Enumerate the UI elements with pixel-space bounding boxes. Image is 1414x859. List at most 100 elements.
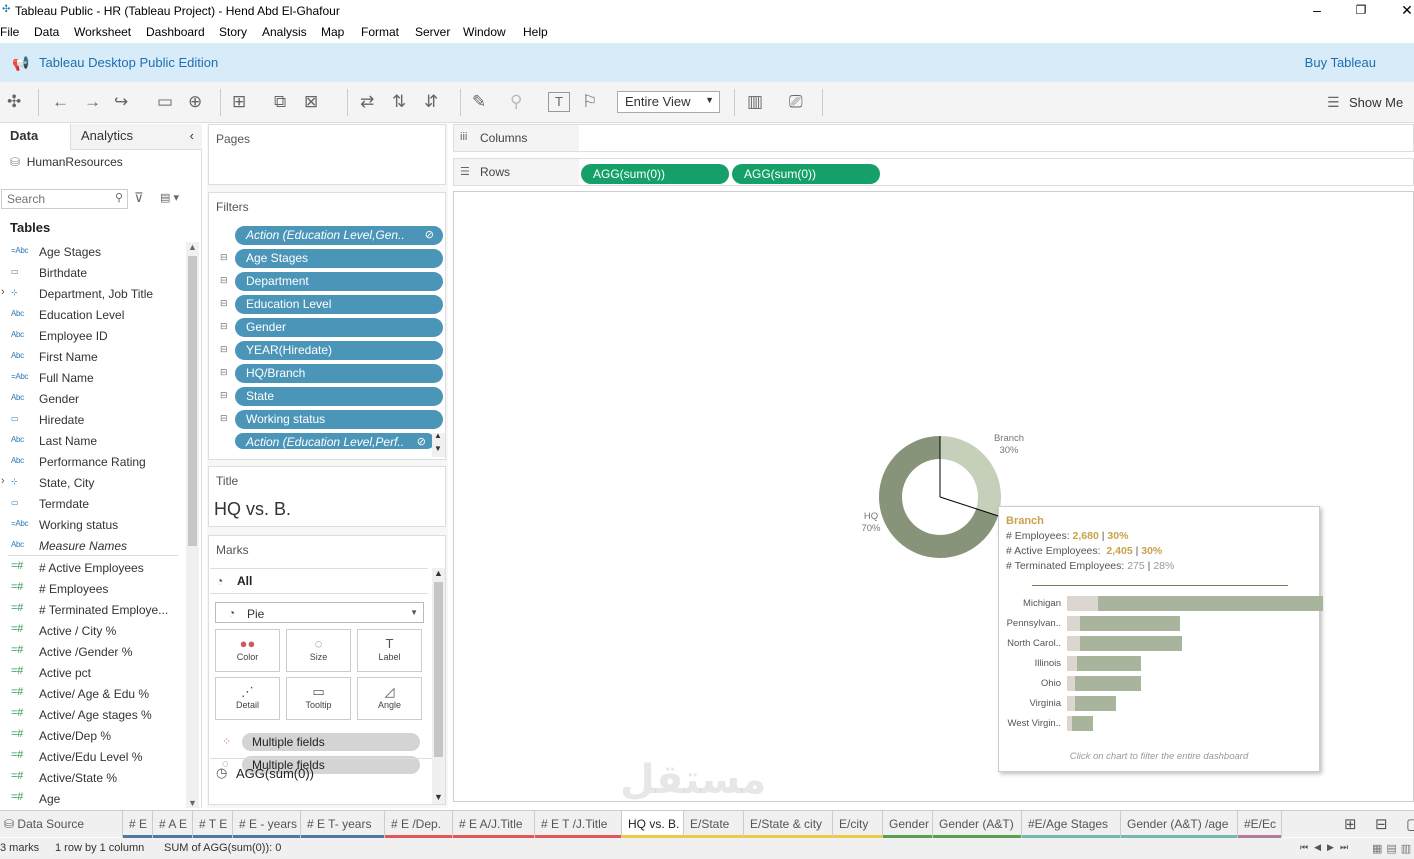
menu-data[interactable]: Data bbox=[34, 25, 59, 39]
sheet-tab[interactable]: E/State bbox=[684, 811, 744, 838]
field-item[interactable]: › ⊹ State, City bbox=[0, 473, 185, 494]
mark-field-pill[interactable]: Multiple fields bbox=[242, 733, 420, 751]
collapse-icon[interactable]: ‹ bbox=[190, 128, 194, 143]
view-options-icon[interactable]: ▤ ▾ bbox=[160, 191, 179, 204]
swap-axes-icon[interactable]: ⇄ bbox=[360, 93, 374, 111]
new-datasource-icon[interactable]: ⊕ bbox=[188, 93, 202, 111]
measure-item[interactable]: =# Active/Edu Level % bbox=[0, 747, 185, 768]
rows-shelf[interactable]: ☰ Rows AGG(sum(0)) AGG(sum(0)) bbox=[453, 158, 1414, 186]
restore-button[interactable]: ❐ bbox=[1346, 0, 1376, 22]
sheet-tab[interactable]: #E/Age Stages bbox=[1022, 811, 1121, 838]
menu-dashboard[interactable]: Dashboard bbox=[146, 25, 205, 39]
pages-card[interactable]: Pages bbox=[208, 124, 446, 185]
mark-label-button[interactable]: T Label bbox=[357, 629, 422, 672]
expand-icon[interactable]: › bbox=[1, 286, 5, 298]
new-worksheet-icon[interactable]: ⊞ bbox=[232, 93, 246, 111]
menu-help[interactable]: Help bbox=[523, 25, 548, 39]
menu-map[interactable]: Map bbox=[321, 25, 344, 39]
expand-icon[interactable]: › bbox=[1, 475, 5, 487]
sheet-tab[interactable]: #E/Ec bbox=[1238, 811, 1282, 838]
sheet-tab[interactable]: # A E bbox=[153, 811, 193, 838]
menu-server[interactable]: Server bbox=[415, 25, 450, 39]
show-me-icon[interactable]: ☰ bbox=[1327, 93, 1340, 111]
sheet-tab[interactable]: E/city bbox=[833, 811, 883, 838]
filter-pill[interactable]: Working status bbox=[235, 410, 443, 429]
fit-dropdown[interactable]: Entire View ▼ bbox=[617, 91, 720, 113]
sheet-tab[interactable]: # E /Dep. bbox=[385, 811, 453, 838]
measure-item[interactable]: =# # Terminated Employe... bbox=[0, 600, 185, 621]
show-cards-icon[interactable]: ▥ bbox=[747, 93, 763, 111]
data-pane-scrollbar[interactable]: ▲ ▼ bbox=[186, 242, 199, 808]
field-item[interactable]: =Abc Working status bbox=[0, 515, 185, 536]
menu-worksheet[interactable]: Worksheet bbox=[74, 25, 131, 39]
field-item[interactable]: › ⊹ Department, Job Title bbox=[0, 284, 185, 305]
mark-color-button[interactable]: ●● Color bbox=[215, 629, 280, 672]
filter-pill[interactable]: HQ/Branch bbox=[235, 364, 443, 383]
show-me-button[interactable]: Show Me bbox=[1349, 95, 1403, 110]
filter-pill[interactable]: State bbox=[235, 387, 443, 406]
tableau-home-icon[interactable]: ✣ bbox=[7, 93, 21, 111]
measure-item[interactable]: =# Active/ Age & Edu % bbox=[0, 684, 185, 705]
menu-window[interactable]: Window bbox=[463, 25, 506, 39]
measure-item[interactable]: =# Active/ Age stages % bbox=[0, 705, 185, 726]
sheet-tab[interactable]: # E bbox=[123, 811, 153, 838]
close-button[interactable]: ✕ bbox=[1392, 0, 1414, 22]
sort-descending-icon[interactable]: ⇵ bbox=[424, 93, 438, 111]
tab-data-source[interactable]: ⛁ Data Source bbox=[0, 811, 123, 838]
sheet-tab[interactable]: # E A/J.Title bbox=[453, 811, 535, 838]
mark-tooltip-button[interactable]: ▭ Tooltip bbox=[286, 677, 351, 720]
tab-data[interactable]: Data bbox=[0, 124, 68, 150]
datasource-row[interactable]: ⛁ HumanResources bbox=[10, 155, 123, 169]
search-box[interactable]: ⚲ bbox=[1, 189, 128, 209]
view-mode-icons[interactable]: ▦▤▥ bbox=[1372, 842, 1414, 855]
search-input[interactable] bbox=[2, 190, 107, 208]
mark-angle-button[interactable]: ◿ Angle bbox=[357, 677, 422, 720]
field-item[interactable]: Abc Employee ID bbox=[0, 326, 185, 347]
field-item[interactable]: Abc First Name bbox=[0, 347, 185, 368]
new-worksheet-icon[interactable]: ⊞ bbox=[1344, 815, 1357, 833]
mark-type-dropdown[interactable]: ◔ Pie ▼ bbox=[215, 602, 424, 623]
sheet-tab[interactable]: # E T /J.Title bbox=[535, 811, 622, 838]
marks-all-row[interactable]: ◔ All bbox=[210, 568, 428, 594]
filter-pill[interactable]: Education Level bbox=[235, 295, 443, 314]
mark-size-button[interactable]: ◌ Size bbox=[286, 629, 351, 672]
filter-pill[interactable]: Gender bbox=[235, 318, 443, 337]
presentation-icon[interactable]: ⎚ bbox=[789, 93, 803, 111]
sheet-tab[interactable]: Gender bbox=[883, 811, 933, 838]
sheet-tab[interactable]: HQ vs. B. bbox=[622, 811, 684, 838]
field-item[interactable]: Abc Gender bbox=[0, 389, 185, 410]
duplicate-sheet-icon[interactable]: ⧉ bbox=[274, 93, 286, 111]
measure-item[interactable]: =# Active pct bbox=[0, 663, 185, 684]
new-story-icon[interactable]: ▢ bbox=[1406, 815, 1414, 833]
field-item[interactable]: Abc Education Level bbox=[0, 305, 185, 326]
rows-pill-1[interactable]: AGG(sum(0)) bbox=[581, 164, 729, 184]
angle-field-pill[interactable]: AGG(sum(0)) bbox=[236, 766, 314, 781]
mark-detail-button[interactable]: ⋰ Detail bbox=[215, 677, 280, 720]
measure-item[interactable]: =# Active /Gender % bbox=[0, 642, 185, 663]
filters-scrollbar[interactable]: ▲ ▼ bbox=[432, 431, 445, 457]
filter-icon[interactable]: ⊽ bbox=[134, 190, 144, 206]
marks-scrollbar[interactable]: ▲ ▼ bbox=[432, 568, 445, 804]
field-item[interactable]: ▭ Hiredate bbox=[0, 410, 185, 431]
sort-ascending-icon[interactable]: ⇅ bbox=[392, 93, 406, 111]
filter-pill[interactable]: YEAR(Hiredate) bbox=[235, 341, 443, 360]
show-labels-icon[interactable]: T bbox=[548, 92, 570, 112]
measure-item[interactable]: =# # Employees bbox=[0, 579, 185, 600]
sheet-tab[interactable]: # E - years bbox=[233, 811, 301, 838]
title-card[interactable]: Title HQ vs. B. bbox=[208, 466, 446, 527]
field-item[interactable]: Abc Last Name bbox=[0, 431, 185, 452]
buy-tableau-link[interactable]: Buy Tableau bbox=[1305, 55, 1376, 70]
save-icon[interactable]: ▭ bbox=[157, 93, 173, 111]
tab-analytics[interactable]: Analytics ‹ bbox=[70, 124, 202, 150]
new-dashboard-icon[interactable]: ⊟ bbox=[1375, 815, 1388, 833]
measure-item[interactable]: =# Age bbox=[0, 789, 185, 810]
field-item[interactable]: ▭ Termdate bbox=[0, 494, 185, 515]
marks-card[interactable]: Marks ◔ All ◔ Pie ▼ ●● Color ◌ Size T Label ⋰ D… bbox=[208, 535, 446, 805]
sheet-nav-icons[interactable]: ⏮◀▶⏭ bbox=[1300, 842, 1354, 853]
redo-icon[interactable]: → bbox=[84, 93, 101, 111]
measure-item[interactable]: =# Active/Dep % bbox=[0, 726, 185, 747]
highlight-icon[interactable]: ✎ bbox=[472, 93, 486, 111]
measure-item[interactable]: =# # Active Employees bbox=[0, 558, 185, 579]
measure-item[interactable]: =# Active/State % bbox=[0, 768, 185, 789]
replay-icon[interactable]: ↪ bbox=[114, 93, 128, 111]
